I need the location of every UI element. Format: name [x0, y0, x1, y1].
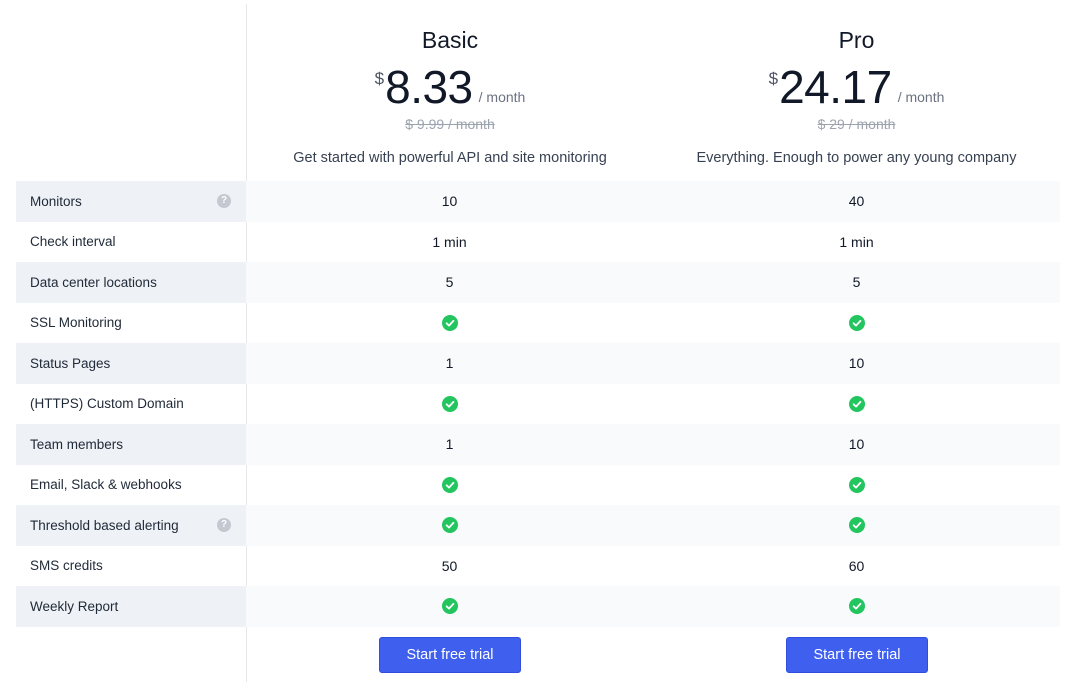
value-cell-basic — [246, 303, 653, 344]
start-free-trial-basic-button[interactable]: Start free trial — [379, 637, 521, 673]
check-circle-icon — [848, 395, 865, 412]
plan-description: Everything. Enough to power any young co… — [696, 150, 1017, 166]
feature-value: 5 — [852, 274, 861, 291]
start-free-trial-pro-button[interactable]: Start free trial — [786, 637, 928, 673]
old-price: $ 29 / month — [817, 116, 896, 132]
feature-label-cell: Threshold based alerting? — [16, 505, 246, 546]
value-cell-pro — [653, 384, 1060, 425]
feature-label-cell: Email, Slack & webhooks — [16, 465, 246, 506]
old-price: $ 9.99 / month — [405, 116, 495, 132]
plan-name: Basic — [421, 27, 479, 53]
feature-label: Check interval — [30, 234, 116, 250]
value-cell-basic — [246, 586, 653, 627]
feature-table: Monitors? 10 40 Check interval 1 min 1 min Dat… — [16, 181, 1060, 627]
feature-label: SSL Monitoring — [30, 315, 122, 331]
check-circle-icon — [441, 395, 458, 412]
plan-description: Get started with powerful API and site m… — [293, 150, 607, 166]
feature-label: Status Pages — [30, 355, 111, 371]
feature-label: Data center locations — [30, 274, 157, 290]
feature-value: 50 — [441, 557, 458, 574]
value-cell-pro: 40 — [653, 181, 1060, 222]
table-row: Status Pages 1 10 — [16, 343, 1060, 384]
feature-label: SMS credits — [30, 558, 103, 574]
value-cell-pro: 5 — [653, 262, 1060, 303]
value-cell-pro: 60 — [653, 546, 1060, 587]
feature-label: Threshold based alerting — [30, 517, 179, 533]
feature-label: Weekly Report — [30, 598, 119, 614]
feature-value: 1 min — [432, 233, 467, 250]
feature-value: 40 — [848, 193, 865, 210]
feature-value: 1 — [445, 355, 454, 372]
currency-symbol: $ — [374, 69, 385, 88]
value-cell-basic — [246, 505, 653, 546]
value-cell-basic: 1 — [246, 343, 653, 384]
check-circle-icon — [848, 476, 865, 493]
feature-value: 60 — [848, 557, 865, 574]
value-cell-basic — [246, 465, 653, 506]
feature-label-cell: SMS credits — [16, 546, 246, 587]
table-row: Weekly Report — [16, 586, 1060, 627]
table-row: SSL Monitoring — [16, 303, 1060, 344]
feature-label: Team members — [30, 436, 124, 452]
value-cell-pro: 1 min — [653, 222, 1060, 263]
feature-label-cell: Monitors? — [16, 181, 246, 222]
value-cell-pro: 10 — [653, 424, 1060, 465]
feature-label-cell: Check interval — [16, 222, 246, 263]
value-cell-pro — [653, 465, 1060, 506]
check-circle-icon — [441, 476, 458, 493]
price-period: / month — [478, 89, 526, 105]
table-row: SMS credits 50 60 — [16, 546, 1060, 587]
feature-value: 10 — [848, 436, 865, 453]
feature-label-cell: Data center locations — [16, 262, 246, 303]
check-circle-icon — [848, 314, 865, 331]
question-circle-icon[interactable]: ? — [217, 194, 231, 209]
value-cell-pro — [653, 505, 1060, 546]
feature-label-cell: (HTTPS) Custom Domain — [16, 384, 246, 425]
check-circle-icon — [441, 598, 458, 615]
table-row: Threshold based alerting? — [16, 505, 1060, 546]
question-circle-icon[interactable]: ? — [217, 518, 231, 533]
value-cell-pro: 10 — [653, 343, 1060, 384]
value-cell-basic: 50 — [246, 546, 653, 587]
table-row: Monitors? 10 40 — [16, 181, 1060, 222]
value-cell-basic: 1 — [246, 424, 653, 465]
feature-label-cell: Status Pages — [16, 343, 246, 384]
value-cell-basic: 1 min — [246, 222, 653, 263]
price-period: / month — [897, 89, 945, 105]
feature-label-cell: Weekly Report — [16, 586, 246, 627]
table-row: Email, Slack & webhooks — [16, 465, 1060, 506]
table-row: Team members 1 10 — [16, 424, 1060, 465]
value-cell-basic — [246, 384, 653, 425]
price-amount: 8.33 — [385, 61, 473, 113]
value-cell-pro — [653, 586, 1060, 627]
table-row: (HTTPS) Custom Domain — [16, 384, 1060, 425]
feature-value: 10 — [441, 193, 458, 210]
value-cell-basic: 10 — [246, 181, 653, 222]
feature-value: 5 — [445, 274, 454, 291]
feature-label: Monitors — [30, 193, 82, 209]
price: $ 24.17 / month — [653, 60, 1060, 116]
check-circle-icon — [848, 598, 865, 615]
feature-label-cell: SSL Monitoring — [16, 303, 246, 344]
feature-label-cell: Team members — [16, 424, 246, 465]
table-row: Check interval 1 min 1 min — [16, 222, 1060, 263]
feature-value: 1 — [445, 436, 454, 453]
value-cell-basic: 5 — [246, 262, 653, 303]
check-circle-icon — [441, 517, 458, 534]
check-circle-icon — [848, 517, 865, 534]
table-row: Data center locations 5 5 — [16, 262, 1060, 303]
feature-value: 1 min — [839, 233, 874, 250]
price: $ 8.33 / month — [247, 60, 653, 116]
value-cell-pro — [653, 303, 1060, 344]
plan-name: Pro — [838, 27, 875, 53]
currency-symbol: $ — [768, 69, 779, 88]
feature-label: Email, Slack & webhooks — [30, 477, 182, 493]
feature-value: 10 — [848, 355, 865, 372]
price-amount: 24.17 — [779, 61, 892, 113]
check-circle-icon — [441, 314, 458, 331]
feature-label: (HTTPS) Custom Domain — [30, 396, 184, 412]
